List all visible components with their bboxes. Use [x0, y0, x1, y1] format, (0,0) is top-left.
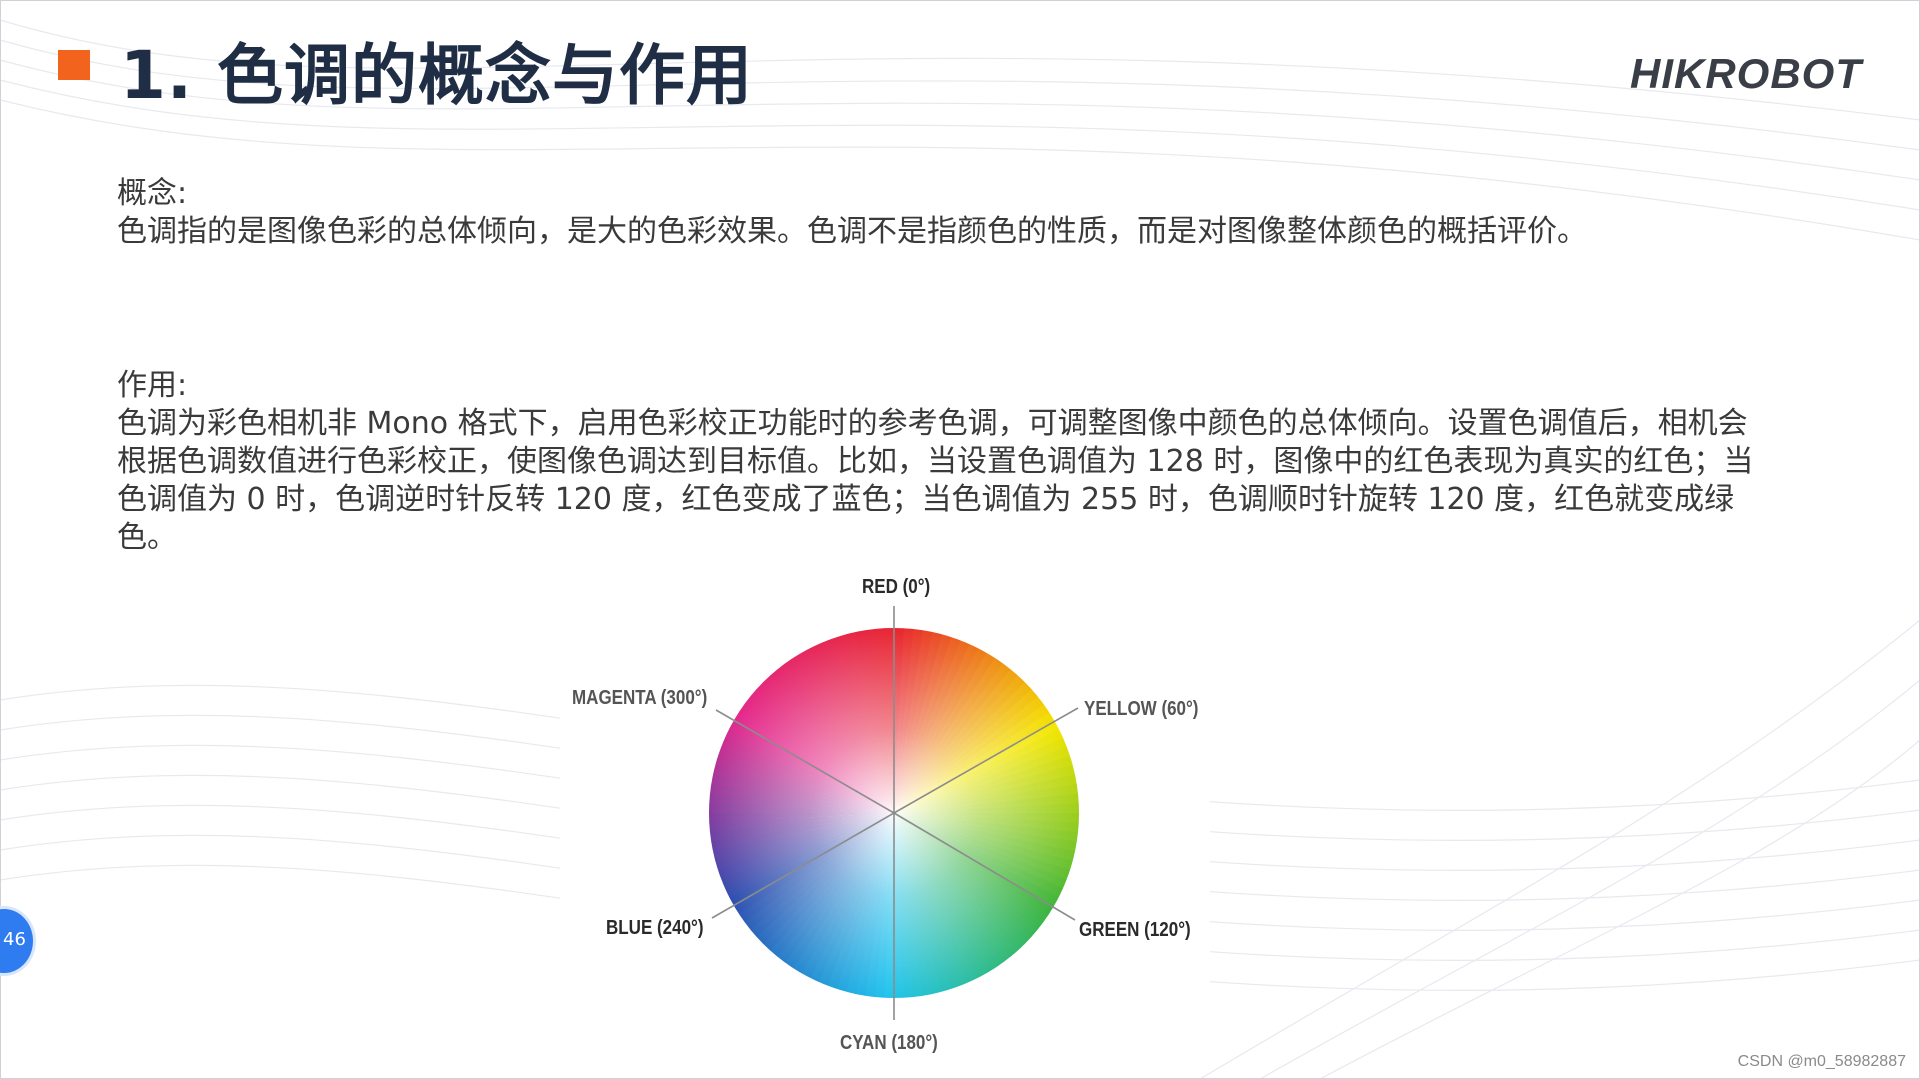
color-wheel-figure: RED (0°) YELLOW (60°) GREEN (120°) CYAN … [560, 570, 1210, 1060]
concept-text: 色调指的是图像色彩的总体倾向，是大的色彩效果。色调不是指颜色的性质，而是对图像整… [117, 214, 1587, 249]
slide-title: 1. 色调的概念与作用 [120, 37, 753, 114]
color-wheel-graphic [709, 606, 1079, 1020]
hue-label-green: GREEN (120°) [1079, 919, 1191, 941]
hue-label-blue: BLUE (240°) [606, 917, 704, 939]
hue-label-magenta: MAGENTA (300°) [572, 687, 708, 709]
usage-text: 色调为彩色相机非 Mono 格式下，启用色彩校正功能时的参考色调，可调整图像中颜… [117, 406, 1754, 555]
concept-section: 概念: 色调指的是图像色彩的总体倾向，是大的色彩效果。色调不是指颜色的性质，而是… [117, 175, 1767, 251]
csdn-watermark: CSDN @m0_58982887 [1737, 1053, 1906, 1070]
brand-logo: HIKROBOT [1630, 50, 1862, 97]
hue-label-cyan: CYAN (180°) [840, 1032, 938, 1054]
usage-section: 作用: 色调为彩色相机非 Mono 格式下，启用色彩校正功能时的参考色调，可调整… [117, 367, 1767, 557]
title-bullet-square [58, 50, 90, 80]
hue-label-yellow: YELLOW (60°) [1084, 698, 1199, 720]
usage-label: 作用: [117, 368, 188, 403]
page-number: 46 [3, 929, 26, 950]
hue-label-red: RED (0°) [862, 576, 931, 598]
concept-label: 概念: [117, 176, 188, 211]
